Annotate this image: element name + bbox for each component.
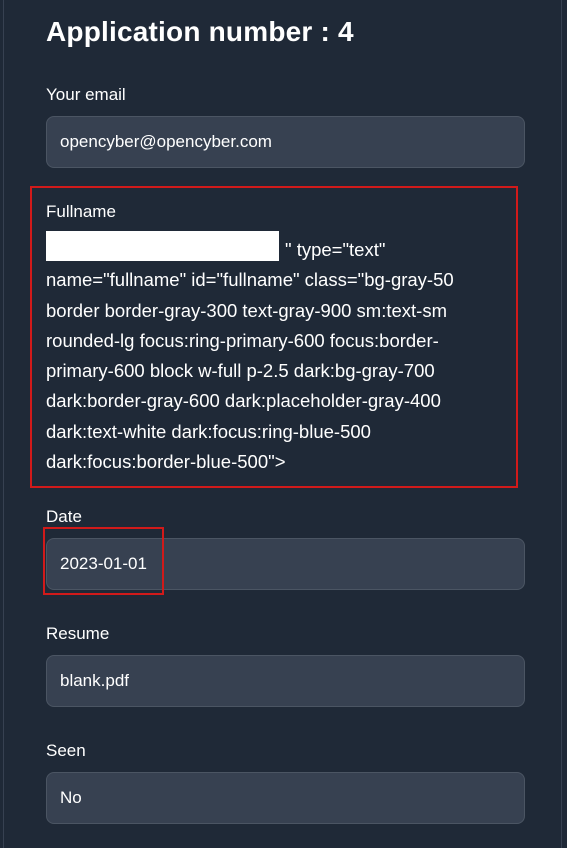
date-label: Date xyxy=(46,507,82,526)
resume-field[interactable]: blank.pdf xyxy=(46,655,525,707)
date-field[interactable]: 2023-01-01 xyxy=(46,538,525,590)
email-field[interactable]: opencyber@opencyber.com xyxy=(46,116,525,168)
fullname-injected-text: " type="text" name="fullname" id="fullna… xyxy=(46,239,454,473)
application-panel: Application number : 4 Your email opency… xyxy=(3,0,562,848)
fullname-label: Fullname xyxy=(46,202,116,221)
fullname-injected-markup: " type="text" name="fullname" id="fullna… xyxy=(46,231,506,477)
seen-label: Seen xyxy=(46,741,86,760)
page-title: Application number : 4 xyxy=(46,16,354,47)
email-label: Your email xyxy=(46,85,126,104)
fullname-input[interactable] xyxy=(46,231,279,261)
resume-label: Resume xyxy=(46,624,110,643)
seen-field[interactable]: No xyxy=(46,772,525,824)
